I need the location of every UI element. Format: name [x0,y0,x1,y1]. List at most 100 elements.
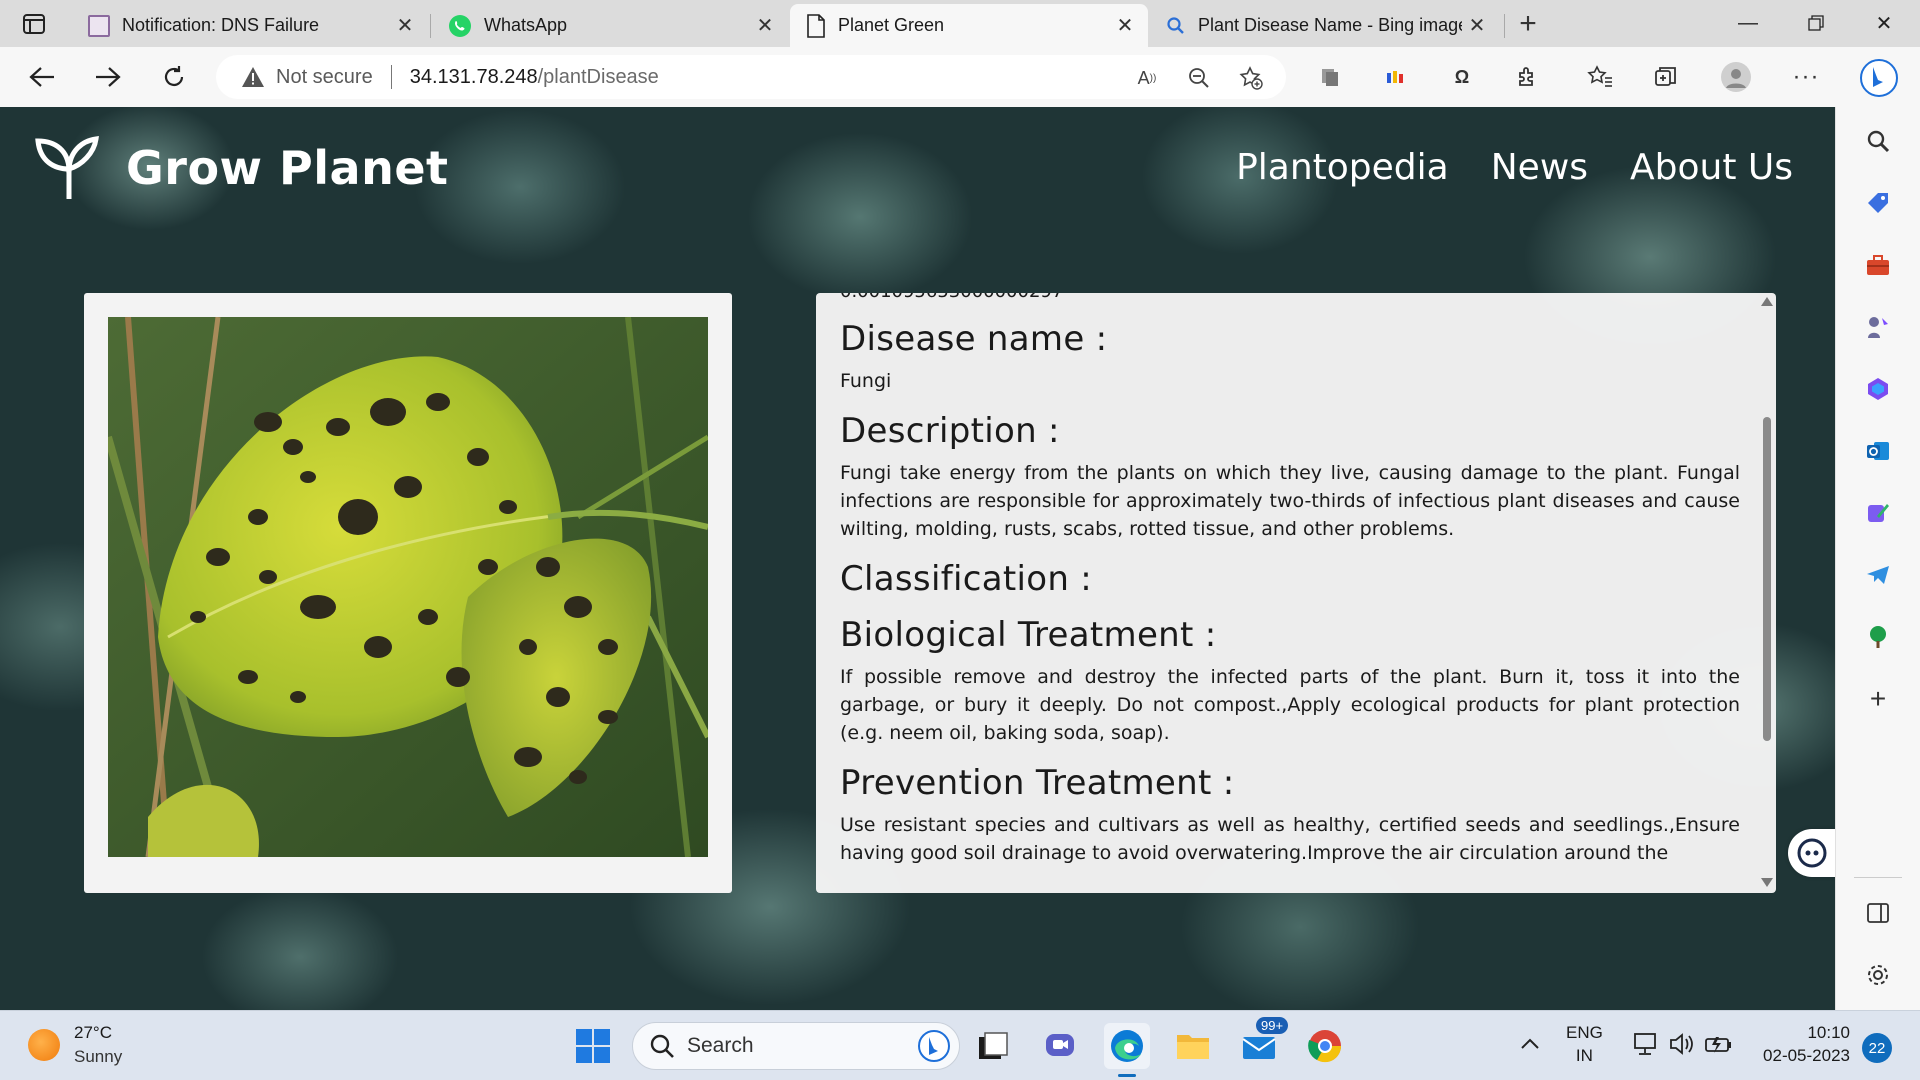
edge-taskbar-button[interactable] [1104,1023,1150,1077]
scroll-down-arrow-icon[interactable] [1761,878,1773,887]
teams-chat-button[interactable] [1038,1023,1084,1069]
tab-dns-failure[interactable]: Notification: DNS Failure ✕ [72,4,428,47]
new-tab-button[interactable]: + [1510,7,1546,40]
profile-avatar[interactable] [1720,61,1752,93]
leaf-photo [108,317,708,857]
collections-ext-icon[interactable] [1314,61,1346,93]
mail-badge: 99+ [1256,1017,1289,1034]
url-path[interactable]: /plantDisease [538,66,659,89]
bing-copilot-icon[interactable] [1858,57,1900,99]
prevention-treatment-heading: Prevention Treatment : [840,763,1235,803]
zoom-out-icon[interactable] [1186,65,1212,91]
sidebar-tools-icon[interactable] [1862,249,1894,281]
task-view-button[interactable] [970,1023,1016,1069]
clock[interactable]: 10:10 02-05-2023 [1752,1021,1850,1067]
favorites-icon[interactable] [1584,61,1616,93]
site-brand[interactable]: Grow Planet [34,133,449,203]
sidebar-telegram-icon[interactable] [1862,559,1894,591]
minimize-button[interactable]: — [1718,6,1778,40]
language-top: ENG [1566,1023,1603,1042]
scroll-thumb[interactable] [1763,417,1771,741]
start-button[interactable] [570,1023,616,1069]
scroll-up-arrow-icon[interactable] [1761,297,1773,306]
chatbot-launcher[interactable] [1788,829,1835,877]
weather-widget[interactable]: 27°C Sunny [28,1021,122,1069]
battery-icon[interactable] [1704,1031,1734,1063]
tab-title: WhatsApp [484,15,568,35]
disease-info-panel[interactable]: 0.001095653000000297 Disease name : Fung… [816,293,1776,893]
sidebar-shopping-icon[interactable] [1862,187,1894,219]
show-hidden-icons[interactable] [1520,1033,1540,1056]
extension-icon[interactable] [1380,61,1412,93]
nav-plantopedia[interactable]: Plantopedia [1236,147,1449,188]
network-icon[interactable] [1632,1031,1660,1063]
extensions-icon[interactable] [1512,61,1544,93]
panel-scrollbar[interactable] [1758,293,1776,893]
nav-about-us[interactable]: About Us [1630,147,1793,188]
close-icon[interactable]: ✕ [390,11,420,41]
page-viewport: Grow Planet Plantopedia News About Us Di… [0,107,1835,1010]
file-explorer-button[interactable] [1170,1023,1216,1069]
sidebar-games-icon[interactable] [1862,311,1894,343]
volume-icon[interactable] [1668,1031,1696,1063]
refresh-button[interactable] [154,57,194,97]
nav-news[interactable]: News [1491,147,1588,188]
add-favorite-icon[interactable] [1238,65,1264,91]
read-aloud-icon[interactable]: A)) [1134,65,1160,91]
mail-button[interactable]: 99+ [1236,1017,1289,1069]
sidebar-add-icon[interactable]: + [1862,683,1894,715]
tab-planet-green[interactable]: Planet Green ✕ [790,4,1148,47]
settings-more-icon[interactable]: ··· [1790,61,1822,93]
windows-logo-icon [576,1029,610,1063]
taskbar-search[interactable]: Search [632,1022,960,1070]
security-label[interactable]: Not secure [276,66,373,89]
restore-button[interactable] [1786,6,1846,40]
close-icon[interactable]: ✕ [750,11,780,41]
top-nav: Plantopedia News About Us [1236,147,1793,188]
description-heading: Description : [840,411,1060,451]
language-indicator[interactable]: ENG IN [1566,1021,1603,1067]
weather-desc: Sunny [74,1047,123,1066]
sidebar-hide-icon[interactable] [1862,897,1894,929]
disease-info-content: 0.001095653000000297 Disease name : Fung… [840,293,1740,867]
close-icon[interactable]: ✕ [1462,11,1492,41]
forward-button[interactable] [88,57,128,97]
collections-icon[interactable] [1650,61,1682,93]
close-icon[interactable]: ✕ [1110,11,1140,41]
close-icon: ✕ [1875,12,1893,35]
tab-actions-button[interactable] [18,10,50,38]
url-host[interactable]: 34.131.78.248 [410,66,538,89]
refresh-icon [164,66,184,86]
description-text: Fungi take energy from the plants on whi… [840,462,1740,540]
address-bar[interactable]: Not secure 34.131.78.248 /plantDisease A… [216,55,1286,99]
tab-title: Plant Disease Name - Bing image [1198,15,1462,35]
tab-whatsapp[interactable]: WhatsApp ✕ [432,4,788,47]
chrome-icon [1308,1030,1342,1063]
clock-date: 02-05-2023 [1763,1046,1850,1065]
teams-chat-icon [1046,1034,1074,1056]
notifications-badge[interactable]: 22 [1862,1033,1892,1063]
sidebar-tree-icon[interactable] [1862,621,1894,653]
biological-treatment-heading: Biological Treatment : [840,615,1217,655]
chevron-up-icon [1521,1038,1539,1049]
brand-name: Grow Planet [126,141,449,195]
sidebar-outlook-icon[interactable] [1862,435,1894,467]
edge-sidebar: + [1835,107,1920,1010]
warning-icon[interactable] [240,64,266,90]
sidebar-search-icon[interactable] [1862,125,1894,157]
browser-toolbar: Not secure 34.131.78.248 /plantDisease A… [0,47,1920,107]
windows-taskbar: 27°C Sunny Search 99+ ENG IN 10:10 02-05… [0,1010,1920,1080]
sidebar-m365-icon[interactable] [1862,373,1894,405]
dns-failure-icon [88,14,110,37]
tab-bing-images[interactable]: Plant Disease Name - Bing image ✕ [1150,4,1500,47]
prevention-treatment-text: Use resistant species and cultivars as w… [840,814,1740,864]
omega-extension-icon[interactable]: Ω [1446,61,1478,93]
sidebar-settings-icon[interactable] [1862,959,1894,991]
chrome-button[interactable] [1302,1023,1348,1069]
forward-arrow-icon [96,67,121,87]
sidebar-designer-icon[interactable] [1862,497,1894,529]
tab-strip: Notification: DNS Failure ✕ WhatsApp ✕ P… [0,0,1920,47]
folder-icon [1177,1035,1209,1059]
back-button[interactable] [22,57,62,97]
close-window-button[interactable]: ✕ [1854,6,1914,40]
